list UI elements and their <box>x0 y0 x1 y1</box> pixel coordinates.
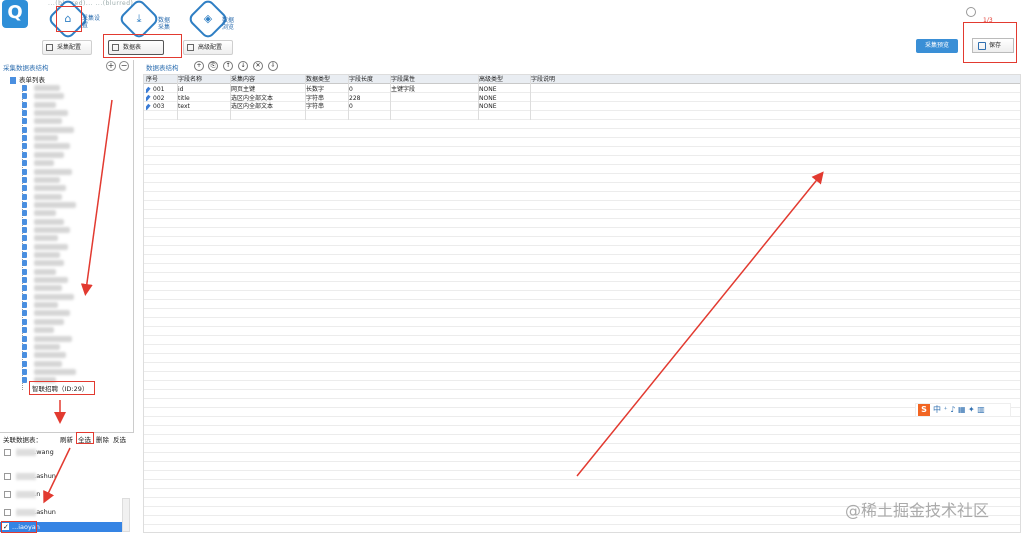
annotation-arrows <box>43 99 824 504</box>
arrow-down-tree <box>80 99 113 296</box>
arrow-to-save <box>576 171 824 477</box>
arrow-to-checkbox <box>43 447 71 504</box>
app-window: ...(blurred)... ...(blurred)... Q ⌂ 采集设置… <box>0 0 1024 535</box>
